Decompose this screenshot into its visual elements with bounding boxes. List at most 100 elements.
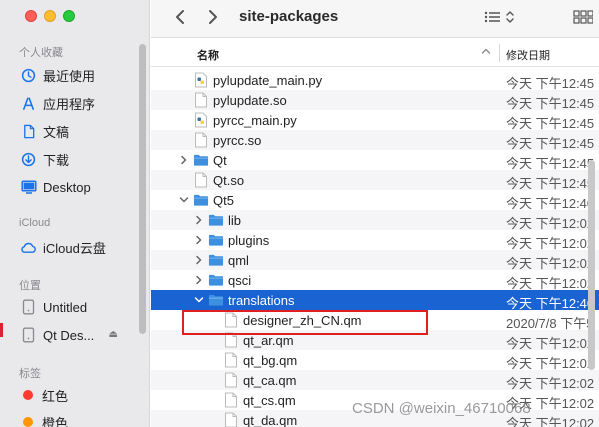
- chevron-down-icon[interactable]: [194, 293, 204, 307]
- file-list: pylupdate_main.py 今天 下午12:45 pylupdate.so 今…: [151, 70, 599, 427]
- sidebar-item-downloads[interactable]: 下载: [12, 147, 138, 171]
- folder-icon: [208, 212, 224, 228]
- file-icon: [223, 392, 239, 408]
- close-window-button[interactable]: [25, 10, 37, 22]
- sidebar-item-label: 文稿: [43, 124, 70, 140]
- folder-row[interactable]: Qt 今天 下午12:45: [151, 150, 599, 171]
- chevron-right-icon[interactable]: [194, 273, 204, 287]
- python-file-icon: [193, 72, 209, 88]
- sidebar: 个人收藏 最近使用 应用程序 文稿 下载 Desktop iCloud iClo…: [0, 0, 150, 427]
- forward-button[interactable]: [202, 6, 224, 28]
- folder-icon: [208, 232, 224, 248]
- file-row[interactable]: pylupdate_main.py 今天 下午12:45: [151, 70, 599, 91]
- folder-icon: [208, 252, 224, 268]
- file-name: qt_ar.qm: [243, 333, 294, 348]
- sidebar-item-label: 橙色: [42, 415, 69, 427]
- folder-icon: [193, 152, 209, 168]
- toolbar: site-packages: [151, 0, 599, 38]
- orange-tag-dot-icon: [23, 417, 33, 427]
- eject-icon[interactable]: ⏏: [109, 329, 118, 340]
- download-icon: [20, 151, 37, 168]
- window-title: site-packages: [239, 8, 339, 25]
- file-row[interactable]: pylupdate.so 今天 下午12:45: [151, 90, 599, 111]
- file-icon: [223, 412, 239, 427]
- finder-window: 个人收藏 最近使用 应用程序 文稿 下载 Desktop iCloud iClo…: [0, 0, 599, 427]
- file-row[interactable]: Qt.so 今天 下午12:45: [151, 170, 599, 191]
- folder-icon: [193, 192, 209, 208]
- file-row[interactable]: pyrcc_main.py 今天 下午12:45: [151, 110, 599, 131]
- view-options-button[interactable]: [481, 6, 517, 28]
- applications-icon: [20, 95, 37, 112]
- sidebar-section-favorites: 个人收藏: [19, 47, 63, 59]
- list-view-icon: [484, 11, 514, 23]
- chevron-right-icon[interactable]: [194, 233, 204, 247]
- folder-row[interactable]: lib 今天 下午12:02: [151, 210, 599, 231]
- file-row[interactable]: qt_ca.qm 今天 下午12:02: [151, 370, 599, 391]
- back-button[interactable]: [169, 6, 191, 28]
- file-icon: [193, 132, 209, 148]
- file-icon: [193, 172, 209, 188]
- file-icon: [193, 92, 209, 108]
- file-name: pylupdate.so: [213, 93, 287, 108]
- file-name: Qt: [213, 153, 227, 168]
- file-icon: [223, 372, 239, 388]
- icloud-icon: [20, 239, 37, 256]
- file-name: pyrcc_main.py: [213, 113, 297, 128]
- watermark: CSDN @weixin_46710068: [352, 400, 531, 417]
- file-name: Qt.so: [213, 173, 245, 188]
- file-name: Qt5: [213, 193, 234, 208]
- column-header-date[interactable]: 修改日期: [506, 47, 550, 63]
- folder-icon: [208, 272, 224, 288]
- folder-row[interactable]: qml 今天 下午12:02: [151, 250, 599, 271]
- folder-row[interactable]: Qt5 今天 下午12:40: [151, 190, 599, 211]
- column-divider[interactable]: [499, 44, 500, 62]
- red-tag-dot-icon: [23, 390, 33, 400]
- file-row[interactable]: qt_bg.qm 今天 下午12:02: [151, 350, 599, 371]
- folder-row[interactable]: plugins 今天 下午12:02: [151, 230, 599, 251]
- file-list-scrollbar[interactable]: [588, 160, 595, 370]
- sidebar-item-icloud-drive[interactable]: iCloud云盘: [12, 235, 138, 259]
- folder-row[interactable]: qsci 今天 下午12:02: [151, 270, 599, 291]
- file-row[interactable]: pyrcc.so 今天 下午12:45: [151, 130, 599, 151]
- disk-icon: [20, 299, 37, 316]
- sidebar-item-label: 最近使用: [43, 68, 96, 84]
- sidebar-item-untitled[interactable]: Untitled: [12, 295, 138, 319]
- sidebar-item-tag-orange[interactable]: 橙色: [12, 410, 138, 427]
- minimize-window-button[interactable]: [44, 10, 56, 22]
- sidebar-item-label: 应用程序: [43, 96, 96, 112]
- folder-row[interactable]: translations 今天 下午12:40: [151, 290, 599, 311]
- sidebar-item-label: iCloud云盘: [43, 240, 106, 256]
- sidebar-item-qt-designer-volume[interactable]: Qt Des... ⏏: [12, 323, 138, 347]
- sidebar-section-tags: 标签: [19, 368, 41, 380]
- chevron-left-icon: [176, 10, 184, 24]
- file-name: qt_da.qm: [243, 413, 298, 427]
- sidebar-item-desktop[interactable]: Desktop: [12, 175, 138, 199]
- file-name: qml: [228, 253, 249, 268]
- disk-icon: [20, 327, 37, 344]
- chevron-down-icon[interactable]: [179, 193, 189, 207]
- file-name: lib: [228, 213, 242, 228]
- zoom-window-button[interactable]: [63, 10, 75, 22]
- python-file-icon: [193, 112, 209, 128]
- folder-icon: [208, 292, 224, 308]
- annotation-highlight-box: [182, 310, 428, 335]
- column-header-name[interactable]: 名称: [197, 47, 219, 63]
- sidebar-item-applications[interactable]: 应用程序: [12, 91, 138, 115]
- red-edge-fragment: [0, 323, 3, 337]
- chevron-right-icon[interactable]: [194, 213, 204, 227]
- clock-icon: [20, 67, 37, 84]
- group-view-button[interactable]: [571, 6, 595, 28]
- sidebar-item-tag-red[interactable]: 红色: [12, 383, 138, 407]
- file-icon: [223, 352, 239, 368]
- chevron-right-icon[interactable]: [179, 153, 189, 167]
- sidebar-item-recents[interactable]: 最近使用: [12, 63, 138, 87]
- grid-view-icon: [573, 10, 593, 24]
- file-name: qt_cs.qm: [243, 393, 296, 408]
- sidebar-scrollbar[interactable]: [139, 44, 146, 334]
- file-name: qsci: [228, 273, 252, 288]
- chevron-right-icon[interactable]: [194, 253, 204, 267]
- sort-chevron-up-icon[interactable]: [481, 46, 491, 58]
- file-name: qt_bg.qm: [243, 353, 298, 368]
- sidebar-item-documents[interactable]: 文稿: [12, 119, 138, 143]
- sidebar-item-label: 红色: [42, 388, 69, 404]
